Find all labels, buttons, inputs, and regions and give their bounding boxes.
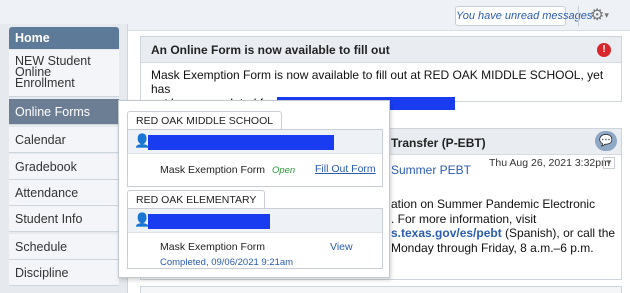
online-forms-popup: RED OAK MIDDLE SCHOOL 👤 Mask Exemption F… bbox=[118, 100, 390, 278]
completed-timestamp: Completed, 09/06/2021 9:21am bbox=[160, 257, 294, 268]
pebt-spanish-link[interactable]: s.texas.gov/es/pebt bbox=[391, 226, 502, 240]
sidebar-nav: Home NEW Student Online Enrollment Onlin… bbox=[0, 24, 128, 293]
next-card-edge bbox=[140, 286, 622, 293]
topbar-divider bbox=[578, 6, 579, 26]
student-row: 👤 bbox=[128, 130, 382, 154]
form-entry: Mask Exemption Form Open bbox=[160, 164, 295, 176]
pebt-text-fragment: (Spanish), or call the bbox=[501, 226, 616, 240]
view-form-link[interactable]: View bbox=[330, 241, 353, 253]
sidebar-item-gradebook[interactable]: Gradebook bbox=[9, 154, 119, 180]
person-icon: 👤 bbox=[134, 212, 151, 227]
sidebar-item-attendance[interactable]: Attendance bbox=[9, 180, 119, 206]
chevron-down-icon: ▾ bbox=[604, 10, 609, 20]
person-icon: 👤 bbox=[134, 133, 151, 148]
settings-menu-button[interactable]: ⚙▾ bbox=[590, 7, 620, 25]
form-entry: Mask Exemption Form bbox=[160, 241, 265, 253]
student-row: 👤 bbox=[128, 209, 382, 233]
sidebar-item-home[interactable]: Home bbox=[9, 27, 119, 49]
pebt-body-text: ation on Summer Pandemic Electronic . Fo… bbox=[391, 197, 616, 255]
redacted-student-name bbox=[148, 214, 270, 229]
chat-bubble-icon: 💬 bbox=[595, 131, 617, 151]
sidebar-item-schedule[interactable]: Schedule bbox=[9, 234, 119, 260]
notification-message-line: Mask Exemption Form is now available to … bbox=[151, 68, 604, 96]
school-tab-middle-school: RED OAK MIDDLE SCHOOL bbox=[127, 111, 283, 129]
sidebar-item-online-forms[interactable]: Online Forms bbox=[9, 99, 119, 125]
form-name: Mask Exemption Form bbox=[160, 164, 266, 176]
form-status-open: Open bbox=[271, 165, 296, 176]
pebt-timestamp: Thu Aug 26, 2021 3:32pm bbox=[489, 157, 610, 169]
school-form-block: 👤 Mask Exemption Form View Completed, 09… bbox=[127, 208, 383, 269]
sidebar-item-discipline[interactable]: Discipline bbox=[9, 260, 119, 286]
sidebar-item-student-info[interactable]: Student Info bbox=[9, 206, 119, 232]
online-form-notification-card: An Online Form is now available to fill … bbox=[140, 36, 622, 111]
pebt-title: Transfer (P-EBT) bbox=[391, 136, 486, 150]
notification-title: An Online Form is now available to fill … bbox=[141, 37, 621, 63]
pebt-text-line: . For more information, visit bbox=[391, 211, 537, 226]
pebt-options-dropdown[interactable]: ▼ bbox=[603, 157, 615, 169]
redacted-student-name bbox=[148, 135, 334, 150]
school-form-block: 👤 Mask Exemption Form Open Fill Out Form bbox=[127, 129, 383, 187]
summer-pebt-link[interactable]: Summer PEBT bbox=[391, 163, 471, 177]
pebt-text-line: ation on Summer Pandemic Electronic bbox=[391, 197, 596, 211]
fill-out-form-link[interactable]: Fill Out Form bbox=[315, 163, 376, 175]
pebt-text-line: Monday through Friday, 8 a.m.–6 p.m. bbox=[391, 240, 594, 255]
unread-messages-link[interactable]: You have unread messages bbox=[455, 6, 592, 26]
sidebar-item-label: Enrollment bbox=[15, 76, 75, 90]
gear-icon: ⚙ bbox=[590, 7, 605, 24]
form-name: Mask Exemption Form bbox=[160, 241, 266, 253]
school-tab-elementary: RED OAK ELEMENTARY bbox=[127, 190, 266, 208]
sidebar-item-calendar[interactable]: Calendar bbox=[9, 127, 119, 153]
pebt-text-line: s.texas.gov/es/pebt (Spanish), or call t… bbox=[391, 226, 616, 241]
sidebar-item-new-student-online-enrollment[interactable]: NEW Student Online Enrollment bbox=[9, 50, 119, 97]
alert-icon: ! bbox=[597, 43, 611, 57]
